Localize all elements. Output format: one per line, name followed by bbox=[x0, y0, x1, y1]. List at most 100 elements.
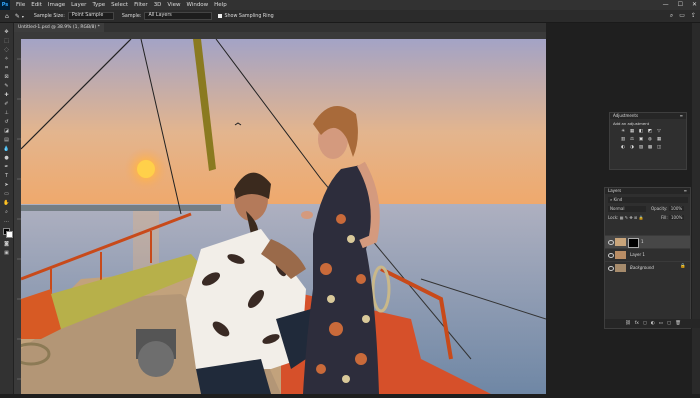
layer-name[interactable]: Layer 1 bbox=[630, 252, 645, 257]
tool-preset-chevron-icon[interactable]: ▾ bbox=[22, 14, 24, 19]
menu-layer[interactable]: Layer bbox=[71, 2, 86, 8]
menu-bar: Ps File Edit Image Layer Type Select Fil… bbox=[0, 0, 700, 10]
invert-icon[interactable]: ◐ bbox=[620, 145, 626, 150]
path-select-icon[interactable]: ➤ bbox=[3, 182, 10, 188]
hue-saturation-icon[interactable]: ▥ bbox=[620, 137, 626, 142]
link-layers-icon[interactable]: ⛓ bbox=[625, 321, 631, 326]
document-canvas[interactable] bbox=[21, 39, 546, 394]
fill-field[interactable]: 100% bbox=[668, 215, 685, 220]
sample-size-dropdown[interactable]: Point Sample bbox=[67, 12, 114, 20]
menu-view[interactable]: View bbox=[167, 2, 180, 8]
add-mask-icon[interactable]: ◻ bbox=[643, 321, 647, 326]
layer-row[interactable]: Background 🔒 bbox=[605, 261, 690, 274]
exposure-icon[interactable]: ◩ bbox=[647, 129, 653, 134]
layer-row[interactable]: 1 bbox=[605, 235, 690, 248]
menu-window[interactable]: Window bbox=[186, 2, 208, 8]
marquee-tool-icon[interactable]: ⬚ bbox=[3, 38, 10, 44]
channel-mixer-icon[interactable]: ▦ bbox=[656, 137, 662, 142]
layer-mask-thumbnail[interactable] bbox=[628, 238, 639, 248]
quick-mask-icon[interactable]: ◙ bbox=[3, 241, 10, 247]
adjust-blank-3 bbox=[674, 137, 680, 142]
panel-menu-icon[interactable]: ≡ bbox=[680, 113, 683, 119]
maximize-button[interactable]: ☐ bbox=[678, 1, 683, 8]
delete-layer-icon[interactable]: 🗑 bbox=[675, 321, 681, 326]
gradient-map-icon[interactable]: ▩ bbox=[647, 145, 653, 150]
left-ruler-ticks bbox=[17, 58, 21, 380]
color-balance-icon[interactable]: ⚖ bbox=[629, 137, 635, 142]
healing-brush-icon[interactable]: ✚ bbox=[3, 92, 10, 98]
adjustments-subtitle: Add an adjustment bbox=[613, 121, 650, 126]
minimize-button[interactable]: — bbox=[663, 1, 669, 8]
menu-3d[interactable]: 3D bbox=[154, 2, 162, 8]
layers-panel-title[interactable]: Layers bbox=[608, 188, 621, 193]
hand-tool-icon[interactable]: ✋ bbox=[3, 200, 10, 206]
brightness-contrast-icon[interactable]: ☀ bbox=[620, 129, 626, 134]
type-tool-icon[interactable]: T bbox=[3, 173, 10, 179]
gradient-tool-icon[interactable]: ▤ bbox=[3, 137, 10, 143]
selective-color-icon[interactable]: ◫ bbox=[656, 145, 662, 150]
layer-filter-kind[interactable]: Kind bbox=[614, 197, 623, 202]
history-brush-icon[interactable]: ↺ bbox=[3, 119, 10, 125]
layer-row[interactable]: Layer 1 bbox=[605, 248, 690, 261]
zoom-tool-icon[interactable]: ⌕ bbox=[3, 209, 10, 215]
layers-panel-menu-icon[interactable]: ≡ bbox=[684, 188, 687, 194]
black-white-icon[interactable]: ▣ bbox=[638, 137, 644, 142]
home-icon[interactable]: ⌂ bbox=[5, 13, 9, 20]
search-icon[interactable]: ⌕ bbox=[670, 12, 673, 20]
menu-type[interactable]: Type bbox=[92, 2, 105, 8]
close-button[interactable]: ✕ bbox=[692, 1, 697, 8]
move-tool-icon[interactable]: ✥ bbox=[3, 29, 10, 35]
crop-tool-icon[interactable]: ⌗ bbox=[3, 65, 10, 71]
screen-mode-icon[interactable]: ▣ bbox=[3, 250, 10, 256]
layer-name[interactable]: Background bbox=[630, 265, 654, 270]
panel-scrollbar[interactable] bbox=[692, 23, 700, 394]
lasso-tool-icon[interactable]: ◌ bbox=[3, 47, 10, 53]
menu-select[interactable]: Select bbox=[111, 2, 128, 8]
visibility-eye-icon[interactable] bbox=[608, 240, 614, 245]
fill-label: Fill: bbox=[661, 215, 668, 220]
visibility-eye-icon[interactable] bbox=[608, 253, 614, 258]
more-tools-icon[interactable]: … bbox=[3, 218, 10, 224]
background-color-swatch[interactable] bbox=[6, 231, 13, 238]
color-lookup-icon[interactable] bbox=[665, 137, 671, 142]
share-icon[interactable]: ⇪ bbox=[691, 12, 696, 20]
blur-tool-icon[interactable]: 💧 bbox=[3, 146, 10, 152]
eyedropper-icon[interactable]: ✎ bbox=[3, 83, 10, 89]
frame-tool-icon[interactable]: ⊠ bbox=[3, 74, 10, 80]
window-controls: — ☐ ✕ bbox=[663, 1, 697, 8]
new-group-icon[interactable]: ▭ bbox=[659, 321, 663, 326]
blend-mode-dropdown[interactable]: Normal bbox=[608, 206, 646, 212]
new-layer-icon[interactable]: ▢ bbox=[667, 321, 671, 326]
pen-tool-icon[interactable]: ✒ bbox=[3, 164, 10, 170]
sample-label: Sample: bbox=[121, 13, 142, 19]
sample-dropdown[interactable]: All Layers bbox=[144, 12, 213, 20]
opacity-field[interactable]: 100% bbox=[668, 206, 685, 211]
visibility-eye-icon[interactable] bbox=[608, 266, 614, 271]
menu-file[interactable]: File bbox=[16, 2, 25, 8]
menu-help[interactable]: Help bbox=[214, 2, 227, 8]
menu-filter[interactable]: Filter bbox=[134, 2, 148, 8]
menu-edit[interactable]: Edit bbox=[31, 2, 42, 8]
shape-tool-icon[interactable]: ▭ bbox=[3, 191, 10, 197]
photo-filter-icon[interactable]: ◍ bbox=[647, 137, 653, 142]
quick-select-tool-icon[interactable]: ✧ bbox=[3, 56, 10, 62]
layer-name[interactable]: 1 bbox=[641, 239, 644, 244]
new-adjustment-icon[interactable]: ◐ bbox=[651, 321, 655, 326]
adjustments-panel-title[interactable]: Adjustments bbox=[613, 113, 638, 118]
eraser-tool-icon[interactable]: ◪ bbox=[3, 128, 10, 134]
lock-icons[interactable]: ▦ ✎ ✥ ⊞ 🔒 bbox=[620, 215, 644, 220]
eyedropper-tool-icon[interactable]: ✎ bbox=[15, 13, 20, 20]
menu-image[interactable]: Image bbox=[48, 2, 65, 8]
curves-icon[interactable]: ◧ bbox=[638, 129, 644, 134]
brush-tool-icon[interactable]: ✐ bbox=[3, 101, 10, 107]
posterize-icon[interactable]: ◑ bbox=[629, 145, 635, 150]
dodge-tool-icon[interactable]: ● bbox=[3, 155, 10, 161]
threshold-icon[interactable]: ▨ bbox=[638, 145, 644, 150]
vibrance-icon[interactable]: ▽ bbox=[656, 129, 662, 134]
levels-icon[interactable]: ▦ bbox=[629, 129, 635, 134]
sampling-ring-checkbox[interactable] bbox=[218, 14, 223, 18]
document-tab[interactable]: Untitled-1.psd @ 38.9% (1, RGB/8) * bbox=[14, 23, 104, 32]
layer-style-icon[interactable]: fx bbox=[635, 321, 639, 326]
clone-stamp-icon[interactable]: ⊥ bbox=[3, 110, 10, 116]
workspace-icon[interactable]: ▭ bbox=[679, 12, 685, 20]
